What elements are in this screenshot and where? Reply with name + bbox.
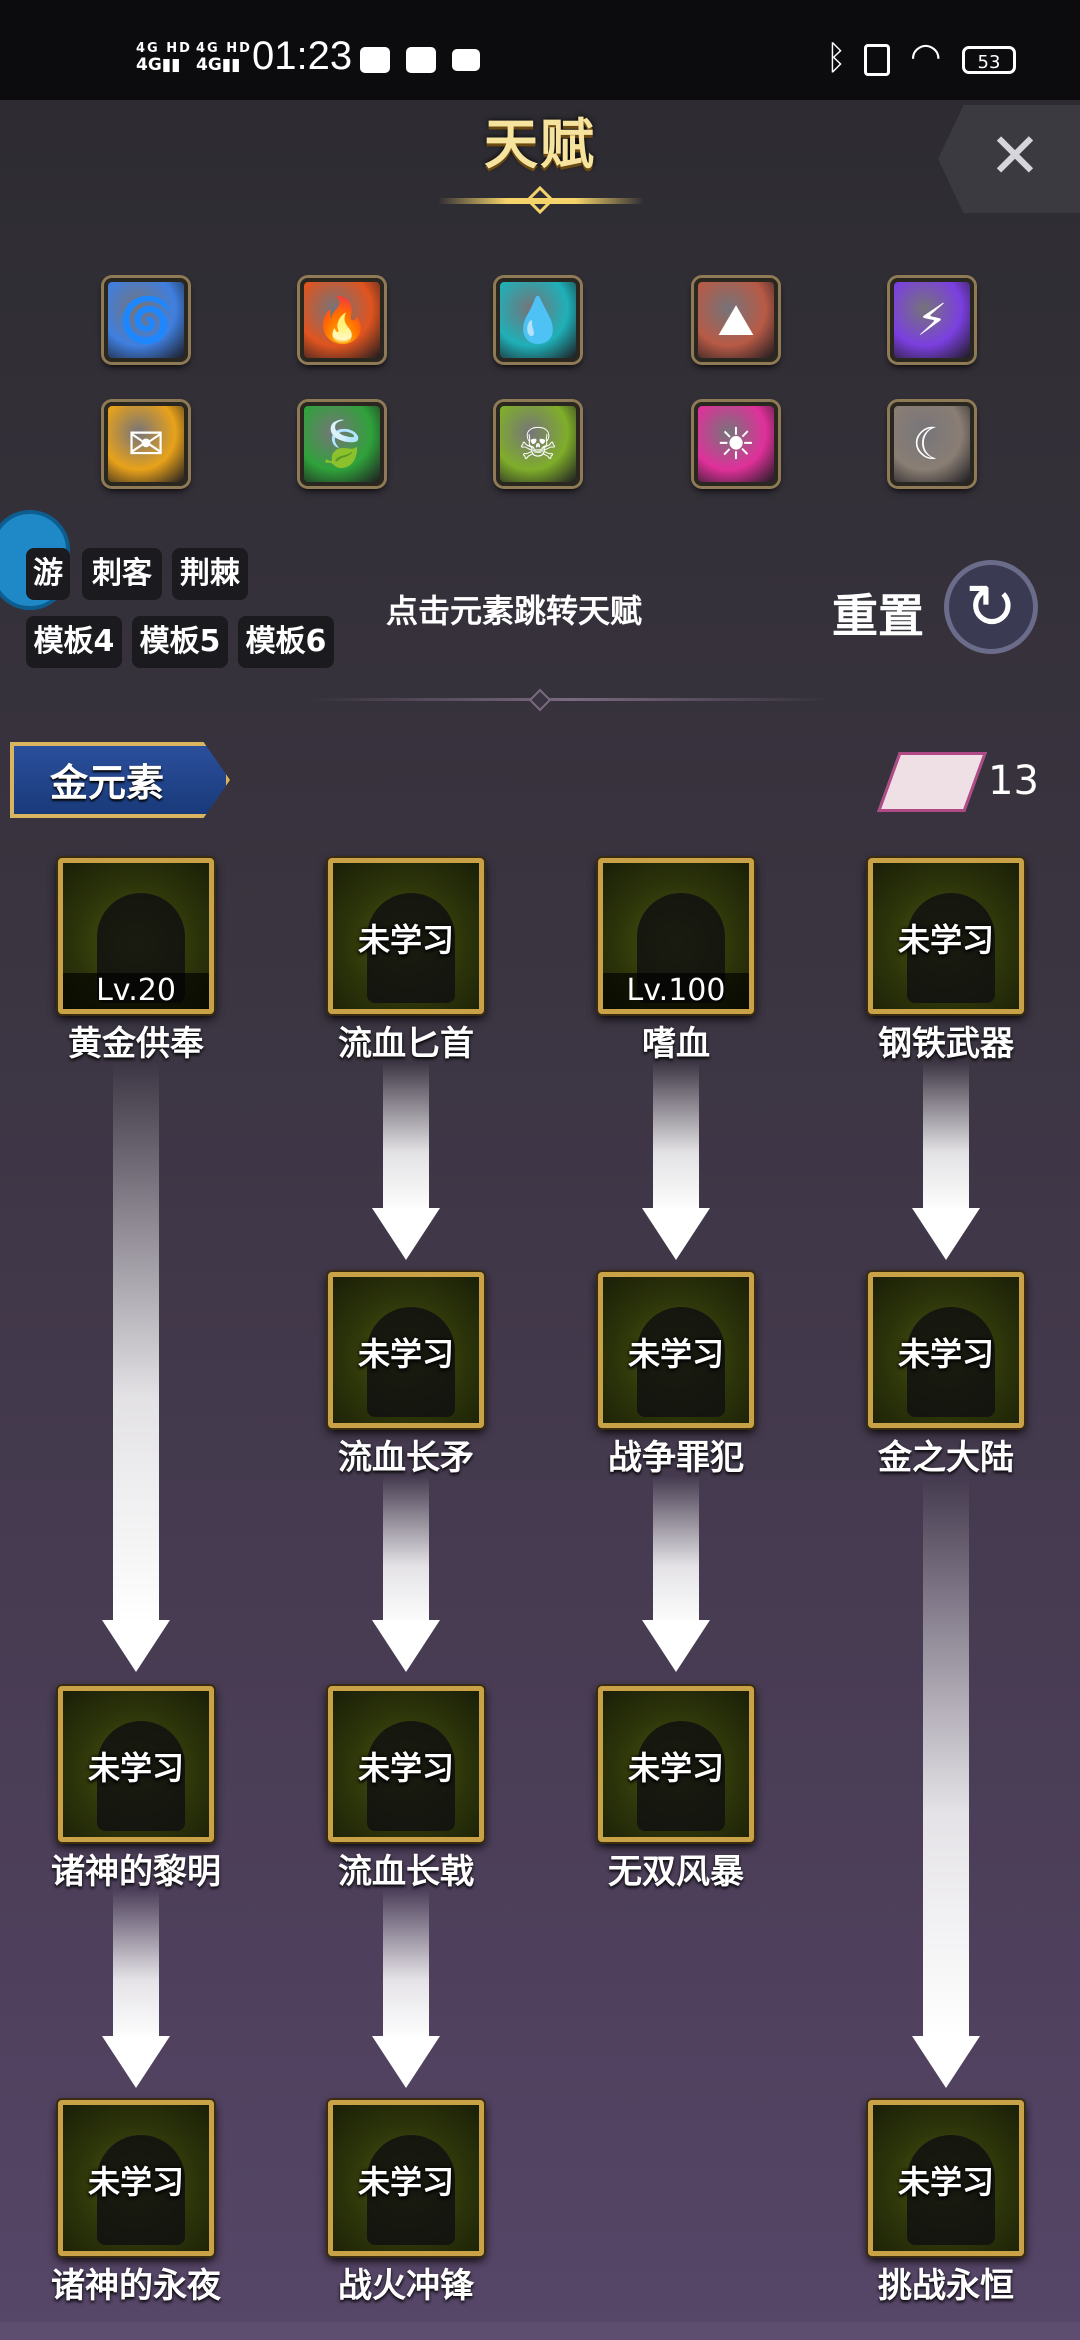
talent-name: 诸神的黎明 [51,1852,221,1892]
video-call-icon [452,49,480,71]
talent-name: 流血匕首 [338,1024,474,1064]
leaf-icon[interactable]: 🍃 [300,402,384,486]
connector-arrowhead [912,2036,980,2088]
connector-arrowhead [912,1208,980,1260]
section-divider [310,698,830,701]
bluetooth-icon: ᛒ [826,38,847,78]
talent-state-label: 未学习 [897,921,994,959]
notification-icon [360,47,390,73]
talent-name: 流血长矛 [338,1438,474,1478]
connector-shaft [113,1062,159,1622]
talent-level-label: Lv.20 [63,973,209,1009]
battery-indicator: 53 [962,46,1016,74]
talent-name: 战火冲锋 [338,2266,474,2306]
connector-shaft [923,1062,969,1212]
talent-name: 金之大陆 [878,1438,1014,1478]
template-button-4[interactable]: 模板4 [26,616,122,668]
status-bar: 4G HD 4G▮▮ 4G HD 4G▮▮ 01:23 ᛒ ◠ 53 [0,0,1080,100]
talent-level-label: Lv.100 [603,973,749,1009]
template-button-6[interactable]: 模板6 [238,616,334,668]
talent-node-n4[interactable]: 未学习 [868,858,1024,1014]
template-button-2[interactable]: 刺客 [82,548,162,600]
message-icon [406,47,436,73]
talent-node-n3[interactable]: Lv.100 [598,858,754,1014]
mountain-icon[interactable]: ⛰ [694,278,778,362]
clock: 01:23 [252,34,353,78]
talent-state-label: 未学习 [897,2163,994,2201]
talent-name: 挑战永恒 [878,2266,1014,2306]
divider-diamond [528,688,552,712]
skull-icon[interactable]: ☠ [496,402,580,486]
connector-shaft [113,1890,159,2040]
connector-arrowhead [102,2036,170,2088]
reset-arrow-icon[interactable]: ↻ [944,560,1038,654]
template-button-1[interactable]: 游 [26,548,70,600]
talent-state-label: 未学习 [897,1335,994,1373]
connector-shaft [383,1476,429,1626]
sun-icon[interactable]: ☀ [694,402,778,486]
talent-node-n1[interactable]: Lv.20 [58,858,214,1014]
connector-shaft [653,1476,699,1626]
connector-arrowhead [642,1208,710,1260]
lightning-icon[interactable]: ⚡ [890,278,974,362]
talent-name: 流血长戟 [338,1852,474,1892]
connector-arrowhead [372,1620,440,1672]
talent-state-label: 未学习 [627,1335,724,1373]
flame-icon[interactable]: 🔥 [300,278,384,362]
vibrate-icon [864,44,890,76]
talent-state-label: 未学习 [357,1749,454,1787]
talent-node-n9[interactable]: 未学习 [328,1686,484,1842]
close-icon[interactable]: ✕ [985,125,1045,187]
moon-icon[interactable]: ☾ [890,402,974,486]
page-title: 天赋 [484,113,596,176]
template-button-3[interactable]: 荆棘 [172,548,248,600]
talent-name: 嗜血 [642,1024,710,1064]
talent-node-n10[interactable]: 未学习 [598,1686,754,1842]
talent-node-n5[interactable]: 未学习 [328,1272,484,1428]
talent-node-n7[interactable]: 未学习 [868,1272,1024,1428]
reset-label[interactable]: 重置 [832,580,924,646]
talent-name: 诸神的永夜 [51,2266,221,2306]
talent-name: 黄金供奉 [68,1024,204,1064]
connector-arrowhead [102,1620,170,1672]
connector-arrowhead [642,1620,710,1672]
talent-name: 无双风暴 [608,1852,744,1892]
gold-element-icon[interactable]: ✉ [104,402,188,486]
tornado-icon[interactable]: 🌀 [104,278,188,362]
talent-node-n8[interactable]: 未学习 [58,1686,214,1842]
title-ornament-diamond [525,185,555,215]
talent-points-count: 13 [988,758,1039,804]
connector-shaft [383,1062,429,1212]
talent-scroll-icon [877,752,987,812]
connector-shaft [383,1890,429,2040]
element-banner-label: 金元素 [50,761,165,805]
element-jump-hint: 点击元素跳转天赋 [386,592,643,630]
talent-name: 钢铁武器 [878,1024,1014,1064]
talent-state-label: 未学习 [87,1749,184,1787]
talent-node-n2[interactable]: 未学习 [328,858,484,1014]
wifi-icon: ◠ [910,36,942,77]
water-drop-icon[interactable]: 💧 [496,278,580,362]
talent-node-n12[interactable]: 未学习 [328,2100,484,2256]
talent-node-n6[interactable]: 未学习 [598,1272,754,1428]
template-button-5[interactable]: 模板5 [132,616,228,668]
talent-state-label: 未学习 [357,1335,454,1373]
talent-state-label: 未学习 [87,2163,184,2201]
signal-1: 4G HD 4G▮▮ [136,41,192,75]
signal-2: 4G HD 4G▮▮ [196,41,252,75]
connector-shaft [653,1062,699,1212]
talent-node-n11[interactable]: 未学习 [58,2100,214,2256]
talent-node-n13[interactable]: 未学习 [868,2100,1024,2256]
bottom-edge [0,2322,1080,2340]
talent-state-label: 未学习 [357,2163,454,2201]
connector-arrowhead [372,2036,440,2088]
connector-arrowhead [372,1208,440,1260]
connector-shaft [923,1476,969,2036]
talent-state-label: 未学习 [627,1749,724,1787]
talent-state-label: 未学习 [357,921,454,959]
talent-name: 战争罪犯 [608,1438,744,1478]
